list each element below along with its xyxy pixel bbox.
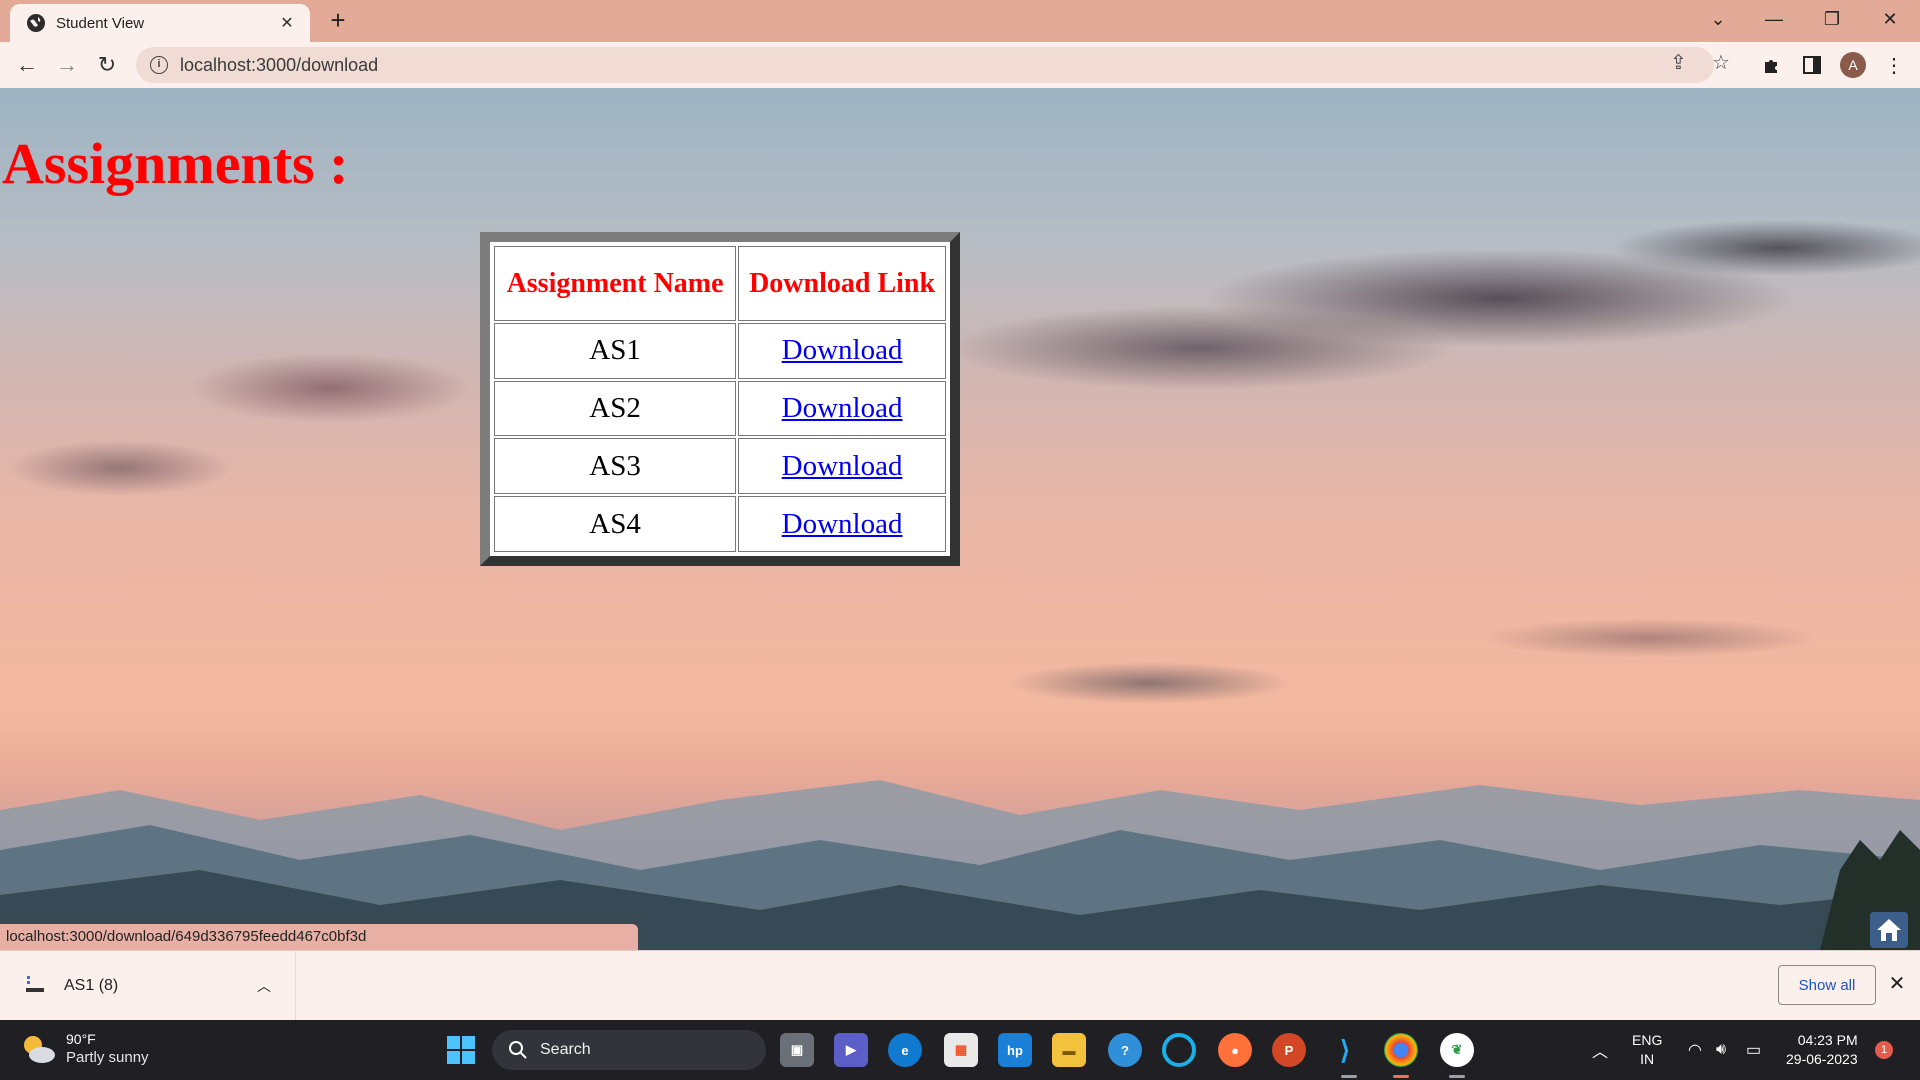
- download-cell: Download: [738, 323, 946, 379]
- myhp-icon[interactable]: hp: [998, 1033, 1032, 1067]
- taskbar-search[interactable]: Search: [492, 1030, 766, 1070]
- search-label: Search: [540, 1041, 591, 1058]
- notification-badge[interactable]: 1: [1875, 1041, 1893, 1059]
- language-code: ENG: [1632, 1032, 1663, 1048]
- volume-icon[interactable]: 🔊︎: [1716, 1020, 1726, 1080]
- mongodb-compass-icon[interactable]: ❦: [1440, 1033, 1474, 1067]
- browser-toolbar: ← → ↻ i localhost:3000/download ⇪ ☆ A ⋮: [0, 42, 1920, 88]
- clock[interactable]: 04:23 PM 29-06-2023: [1786, 1020, 1858, 1080]
- table-header-row: Assignment Name Download Link: [494, 246, 946, 321]
- download-cell: Download: [738, 380, 946, 437]
- side-panel-icon[interactable]: [1798, 51, 1826, 79]
- back-button[interactable]: ←: [12, 51, 42, 79]
- tray-overflow-chevron-icon[interactable]: ︿: [1592, 1020, 1608, 1080]
- alexa-icon[interactable]: [1162, 1033, 1196, 1067]
- profile-avatar[interactable]: A: [1840, 52, 1866, 78]
- task-view-icon[interactable]: ▣: [780, 1033, 814, 1067]
- restore-button[interactable]: ❐: [1804, 0, 1860, 38]
- powerpoint-icon[interactable]: P: [1272, 1033, 1306, 1067]
- file-explorer-icon[interactable]: ▬: [1052, 1033, 1086, 1067]
- forward-button[interactable]: →: [52, 51, 82, 79]
- running-indicator: [1341, 1075, 1357, 1078]
- download-link[interactable]: Download: [782, 508, 903, 540]
- bookmark-star-icon[interactable]: ☆: [1712, 50, 1730, 75]
- assignment-name-cell: AS2: [494, 380, 737, 437]
- table-row: AS2 Download: [494, 380, 946, 437]
- clock-date: 29-06-2023: [1786, 1051, 1858, 1067]
- chevron-up-icon[interactable]: ︿: [257, 976, 271, 996]
- new-tab-button[interactable]: +: [324, 7, 352, 35]
- search-icon: [509, 1041, 527, 1059]
- close-window-button[interactable]: ✕: [1862, 0, 1918, 38]
- language-indicator[interactable]: ENG IN: [1632, 1020, 1662, 1080]
- download-link[interactable]: Download: [782, 334, 903, 366]
- reload-button[interactable]: ↻: [92, 51, 122, 79]
- tab-search-chevron-icon[interactable]: ⌄: [1690, 0, 1746, 38]
- tab-title: Student View: [56, 14, 145, 32]
- table-row: AS3 Download: [494, 438, 946, 495]
- running-indicator: [1449, 1075, 1465, 1078]
- column-header-download-link: Download Link: [738, 246, 946, 321]
- vscode-icon[interactable]: ⟩: [1328, 1033, 1362, 1067]
- weather-description: Partly sunny: [66, 1049, 149, 1066]
- extensions-puzzle-icon[interactable]: [1758, 51, 1786, 79]
- file-icon: [26, 976, 44, 992]
- chrome-icon[interactable]: [1384, 1033, 1418, 1067]
- tab-strip: Student View ✕ + ⌄ — ❐ ✕: [0, 0, 1920, 42]
- assignment-name-cell: AS3: [494, 438, 737, 495]
- assignment-name-cell: AS4: [494, 496, 737, 552]
- menu-kebab-icon[interactable]: ⋮: [1880, 51, 1908, 79]
- minimize-button[interactable]: —: [1746, 0, 1802, 38]
- download-cell: Download: [738, 438, 946, 495]
- globe-icon: [27, 14, 45, 32]
- download-link[interactable]: Download: [782, 450, 903, 482]
- browser-tab[interactable]: Student View ✕: [10, 4, 310, 42]
- clock-time: 04:23 PM: [1797, 1032, 1858, 1048]
- weather-temperature: 90°F: [66, 1031, 96, 1047]
- home-icon[interactable]: [1870, 912, 1908, 948]
- assignment-name-cell: AS1: [494, 323, 737, 379]
- wifi-icon[interactable]: ◠: [1688, 1020, 1702, 1080]
- download-item-name: AS1 (8): [64, 977, 119, 994]
- microsoft-store-icon[interactable]: ▦: [944, 1033, 978, 1067]
- weather-widget[interactable]: 90°F Partly sunny: [20, 1030, 149, 1068]
- taskbar: 90°F Partly sunny Search ▣ ▶ e ▦ hp ▬ ? …: [0, 1020, 1920, 1080]
- column-header-assignment-name: Assignment Name: [494, 246, 737, 321]
- table-row: AS4 Download: [494, 496, 946, 552]
- share-icon[interactable]: ⇪: [1670, 50, 1687, 75]
- firefox-icon[interactable]: ●: [1218, 1033, 1252, 1067]
- help-icon[interactable]: ?: [1108, 1033, 1142, 1067]
- page-viewport: Assignments : Assignment Name Download L…: [0, 88, 1920, 950]
- chrome-active-indicator: [1393, 1075, 1409, 1078]
- page-title: Assignments :: [2, 131, 349, 196]
- show-all-button[interactable]: Show all: [1778, 965, 1876, 1005]
- windows-start-icon[interactable]: [446, 1035, 476, 1065]
- site-info-icon[interactable]: i: [150, 56, 168, 74]
- battery-icon[interactable]: ▭: [1746, 1020, 1761, 1080]
- link-status-bubble: localhost:3000/download/649d336795feedd4…: [0, 924, 638, 950]
- partly-sunny-icon: [24, 1036, 55, 1063]
- download-shelf: AS1 (8) ︿ Show all ✕: [0, 950, 1920, 1021]
- table-row: AS1 Download: [494, 323, 946, 379]
- close-shelf-icon[interactable]: ✕: [1884, 971, 1910, 997]
- teams-chat-icon[interactable]: ▶: [834, 1033, 868, 1067]
- download-link[interactable]: Download: [782, 392, 903, 424]
- download-item[interactable]: AS1 (8) ︿: [0, 951, 296, 1021]
- assignments-table: Assignment Name Download Link AS1 Downlo…: [480, 232, 960, 566]
- download-cell: Download: [738, 496, 946, 552]
- address-url: localhost:3000/download: [180, 54, 379, 75]
- edge-browser-icon[interactable]: e: [888, 1033, 922, 1067]
- region-code: IN: [1640, 1051, 1655, 1067]
- mountain-background: [0, 780, 1920, 950]
- tab-close-icon[interactable]: ✕: [276, 13, 298, 33]
- address-bar[interactable]: i localhost:3000/download: [136, 47, 1714, 83]
